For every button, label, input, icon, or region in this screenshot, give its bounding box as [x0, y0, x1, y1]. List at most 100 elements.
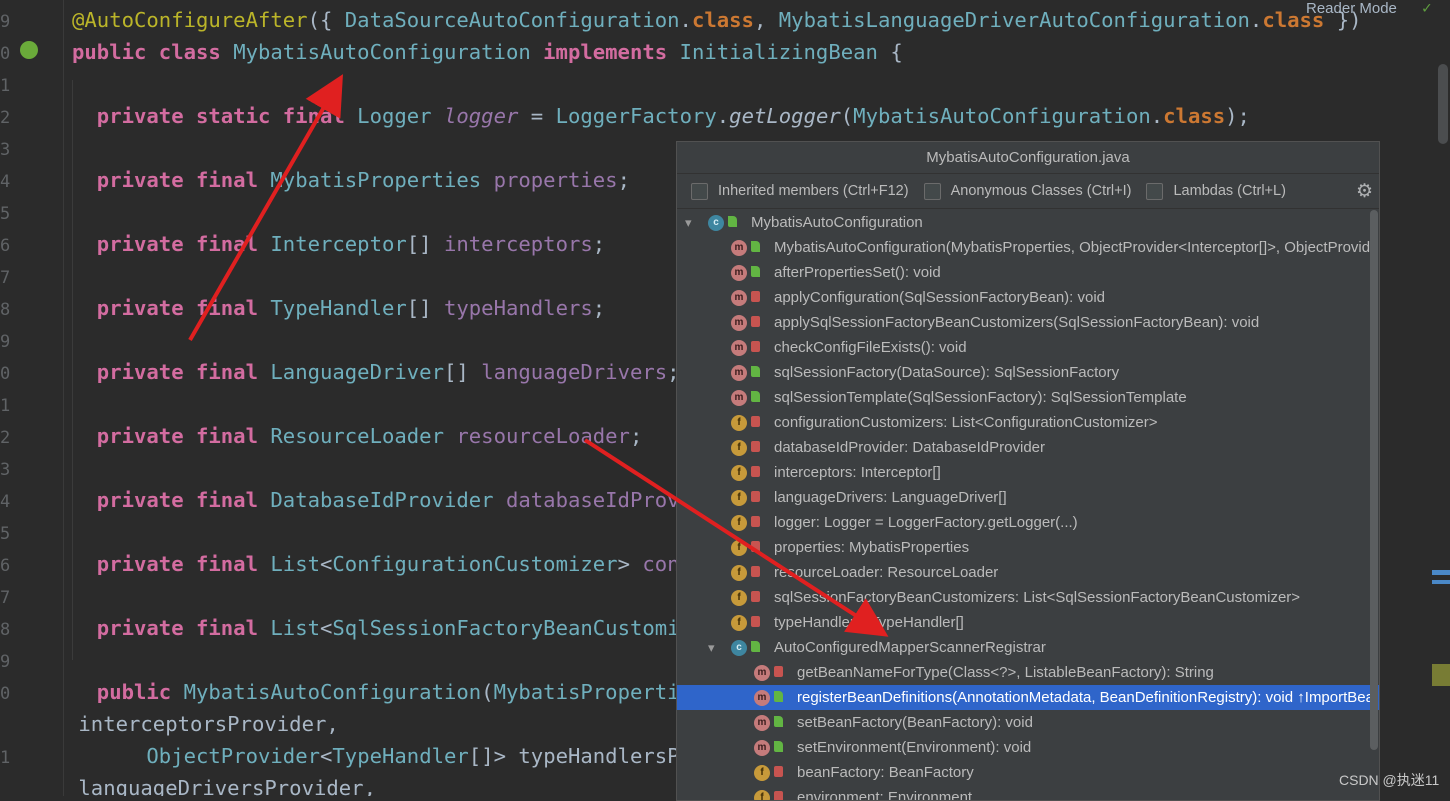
tree-field-item[interactable]: f resourceLoader: ResourceLoader: [677, 560, 1379, 585]
tree-item-label: setBeanFactory(BeanFactory): void: [797, 714, 1033, 731]
code-token: properties: [493, 168, 618, 192]
filter-label: Anonymous Classes (Ctrl+I): [950, 183, 1132, 199]
code-token: ConfigurationCustomizer: [332, 552, 618, 576]
tree-field-item[interactable]: f properties: MybatisProperties: [677, 535, 1379, 560]
line-number: 1: [0, 76, 11, 96]
code-token: (: [840, 104, 854, 128]
tree-field-item[interactable]: f languageDrivers: LanguageDriver[]: [677, 485, 1379, 510]
code-line[interactable]: private final DatabaseIdProvider databas…: [72, 487, 692, 513]
filter-lambdas[interactable]: Lambdas (Ctrl+L): [1146, 182, 1286, 200]
code-line[interactable]: interceptorsProvider,: [66, 711, 338, 737]
tree-item-label: properties: MybatisProperties: [774, 539, 970, 556]
code-line[interactable]: languageDriversProvider,: [66, 775, 376, 796]
line-number: 4: [0, 492, 11, 512]
tree-method-item[interactable]: m applyConfiguration(SqlSessionFactoryBea…: [677, 285, 1379, 310]
field-icon: f: [731, 615, 747, 631]
tree-field-item[interactable]: f logger: Logger = LoggerFactory.getLogge…: [677, 510, 1379, 535]
lock-icon: [751, 541, 760, 552]
public-icon: [751, 366, 760, 377]
tree-field-item[interactable]: f beanFactory: BeanFactory: [677, 760, 1379, 785]
field-icon: f: [731, 440, 747, 456]
gear-icon[interactable]: ⚙: [1356, 180, 1373, 203]
tree-method-item[interactable]: m registerBeanDefinitions(AnnotationMetad…: [677, 685, 1379, 710]
code-line[interactable]: private final Interceptor[] interceptors…: [72, 231, 605, 257]
editor-scrollbar-thumb[interactable]: [1438, 64, 1448, 144]
code-line[interactable]: @AutoConfigureAfter({ DataSourceAutoConf…: [72, 7, 1362, 33]
filter-inherited-members[interactable]: Inherited members (Ctrl+F12): [691, 182, 909, 200]
tree-method-item[interactable]: m setEnvironment(Environment): void: [677, 735, 1379, 760]
code-line[interactable]: private final LanguageDriver[] languageD…: [72, 359, 680, 385]
code-line[interactable]: public MybatisAutoConfiguration(MybatisP…: [72, 679, 692, 705]
code-token: class: [691, 8, 754, 32]
tree-field-item[interactable]: f configurationCustomizers: List<Configur…: [677, 410, 1379, 435]
tree-method-item[interactable]: m sqlSessionFactory(DataSource): SqlSessi…: [677, 360, 1379, 385]
tree-method-item[interactable]: m getBeanNameForType(Class<?>, ListableBe…: [677, 660, 1379, 685]
code-token: Interceptor: [270, 232, 407, 256]
code-line[interactable]: private final TypeHandler[] typeHandlers…: [72, 295, 605, 321]
code-line[interactable]: private final List<SqlSessionFactoryBean…: [72, 615, 705, 641]
warning-stripe-marker[interactable]: [1432, 664, 1450, 686]
popup-scrollbar-thumb[interactable]: [1370, 210, 1378, 750]
tree-class-item[interactable]: ▾ c MybatisAutoConfiguration: [677, 210, 1379, 235]
tree-method-item[interactable]: m checkConfigFileExists(): void: [677, 335, 1379, 360]
tree-item-label: AutoConfiguredMapperScannerRegistrar: [774, 639, 1046, 656]
chevron-down-icon[interactable]: ▾: [685, 210, 692, 235]
code-line[interactable]: ObjectProvider<TypeHandler[]> typeHandle…: [72, 743, 704, 769]
field-icon: f: [731, 490, 747, 506]
line-number: 0: [0, 44, 11, 64]
popup-title: MybatisAutoConfiguration.java: [677, 142, 1379, 174]
code-token: @AutoConfigureAfter: [72, 8, 308, 32]
line-number: 1: [0, 748, 11, 768]
code-token: []> typeHandlersPro: [468, 744, 705, 768]
reader-mode-label[interactable]: Reader Mode: [1306, 0, 1397, 17]
filter-anonymous-classes[interactable]: Anonymous Classes (Ctrl+I): [923, 182, 1132, 200]
filter-label: Lambdas (Ctrl+L): [1173, 183, 1286, 199]
lock-icon: [774, 666, 783, 677]
tree-method-item[interactable]: m applySqlSessionFactoryBeanCustomizers(S…: [677, 310, 1379, 335]
checkbox-icon[interactable]: [1146, 182, 1164, 200]
error-stripe-marker[interactable]: [1432, 570, 1450, 575]
tree-method-item[interactable]: m sqlSessionTemplate(SqlSessionFactory): …: [677, 385, 1379, 410]
code-line[interactable]: private final ResourceLoader resourceLoa…: [72, 423, 643, 449]
tree-method-item[interactable]: m afterPropertiesSet(): void: [677, 260, 1379, 285]
code-line[interactable]: private final List<ConfigurationCustomiz…: [72, 551, 692, 577]
lock-icon: [774, 766, 783, 777]
error-stripe-marker[interactable]: [1432, 580, 1450, 584]
code-line[interactable]: public class MybatisAutoConfiguration im…: [72, 39, 903, 65]
line-number: 1: [0, 396, 11, 416]
spring-bean-icon[interactable]: [20, 41, 38, 59]
field-icon: f: [731, 515, 747, 531]
tree-method-item[interactable]: m setBeanFactory(BeanFactory): void: [677, 710, 1379, 735]
code-token: );: [1225, 104, 1250, 128]
code-line[interactable]: private final MybatisProperties properti…: [72, 167, 630, 193]
code-token: Logger: [357, 104, 444, 128]
code-line[interactable]: private static final Logger logger = Log…: [72, 103, 1250, 129]
tree-item-label: getBeanNameForType(Class<?>, ListableBea…: [797, 664, 1214, 681]
line-number: 7: [0, 588, 11, 608]
field-icon: f: [731, 590, 747, 606]
code-token: MybatisLanguageDriverAutoConfiguration: [778, 8, 1250, 32]
field-icon: f: [731, 415, 747, 431]
code-token: private final: [72, 616, 271, 640]
line-number: 6: [0, 236, 11, 256]
tree-field-item[interactable]: f interceptors: Interceptor[]: [677, 460, 1379, 485]
tree-method-item[interactable]: m MybatisAutoConfiguration(MybatisPropert…: [677, 235, 1379, 260]
tree-field-item[interactable]: f databaseIdProvider: DatabaseIdProvider: [677, 435, 1379, 460]
tree-field-item[interactable]: f sqlSessionFactoryBeanCustomizers: List<…: [677, 585, 1379, 610]
chevron-down-icon[interactable]: ▾: [708, 635, 715, 660]
tree-field-item[interactable]: f environment: Environment: [677, 785, 1379, 800]
checkbox-icon[interactable]: [923, 182, 941, 200]
code-token: .: [716, 104, 730, 128]
file-structure-popup[interactable]: MybatisAutoConfiguration.java Inherited …: [676, 141, 1380, 801]
code-token: DatabaseIdProvider: [270, 488, 506, 512]
lock-icon: [751, 291, 760, 302]
tree-class-item[interactable]: ▾ c AutoConfiguredMapperScannerRegistrar: [677, 635, 1379, 660]
code-token: TypeHandler: [270, 296, 407, 320]
code-token: InitializingBean: [679, 40, 891, 64]
code-token: ;: [592, 296, 606, 320]
code-token: MybatisAutoConfiguration: [853, 104, 1151, 128]
public-icon: [774, 691, 783, 702]
tree-field-item[interactable]: f typeHandlers: TypeHandler[]: [677, 610, 1379, 635]
checkbox-icon[interactable]: [691, 182, 708, 200]
method-icon: m: [731, 315, 747, 331]
